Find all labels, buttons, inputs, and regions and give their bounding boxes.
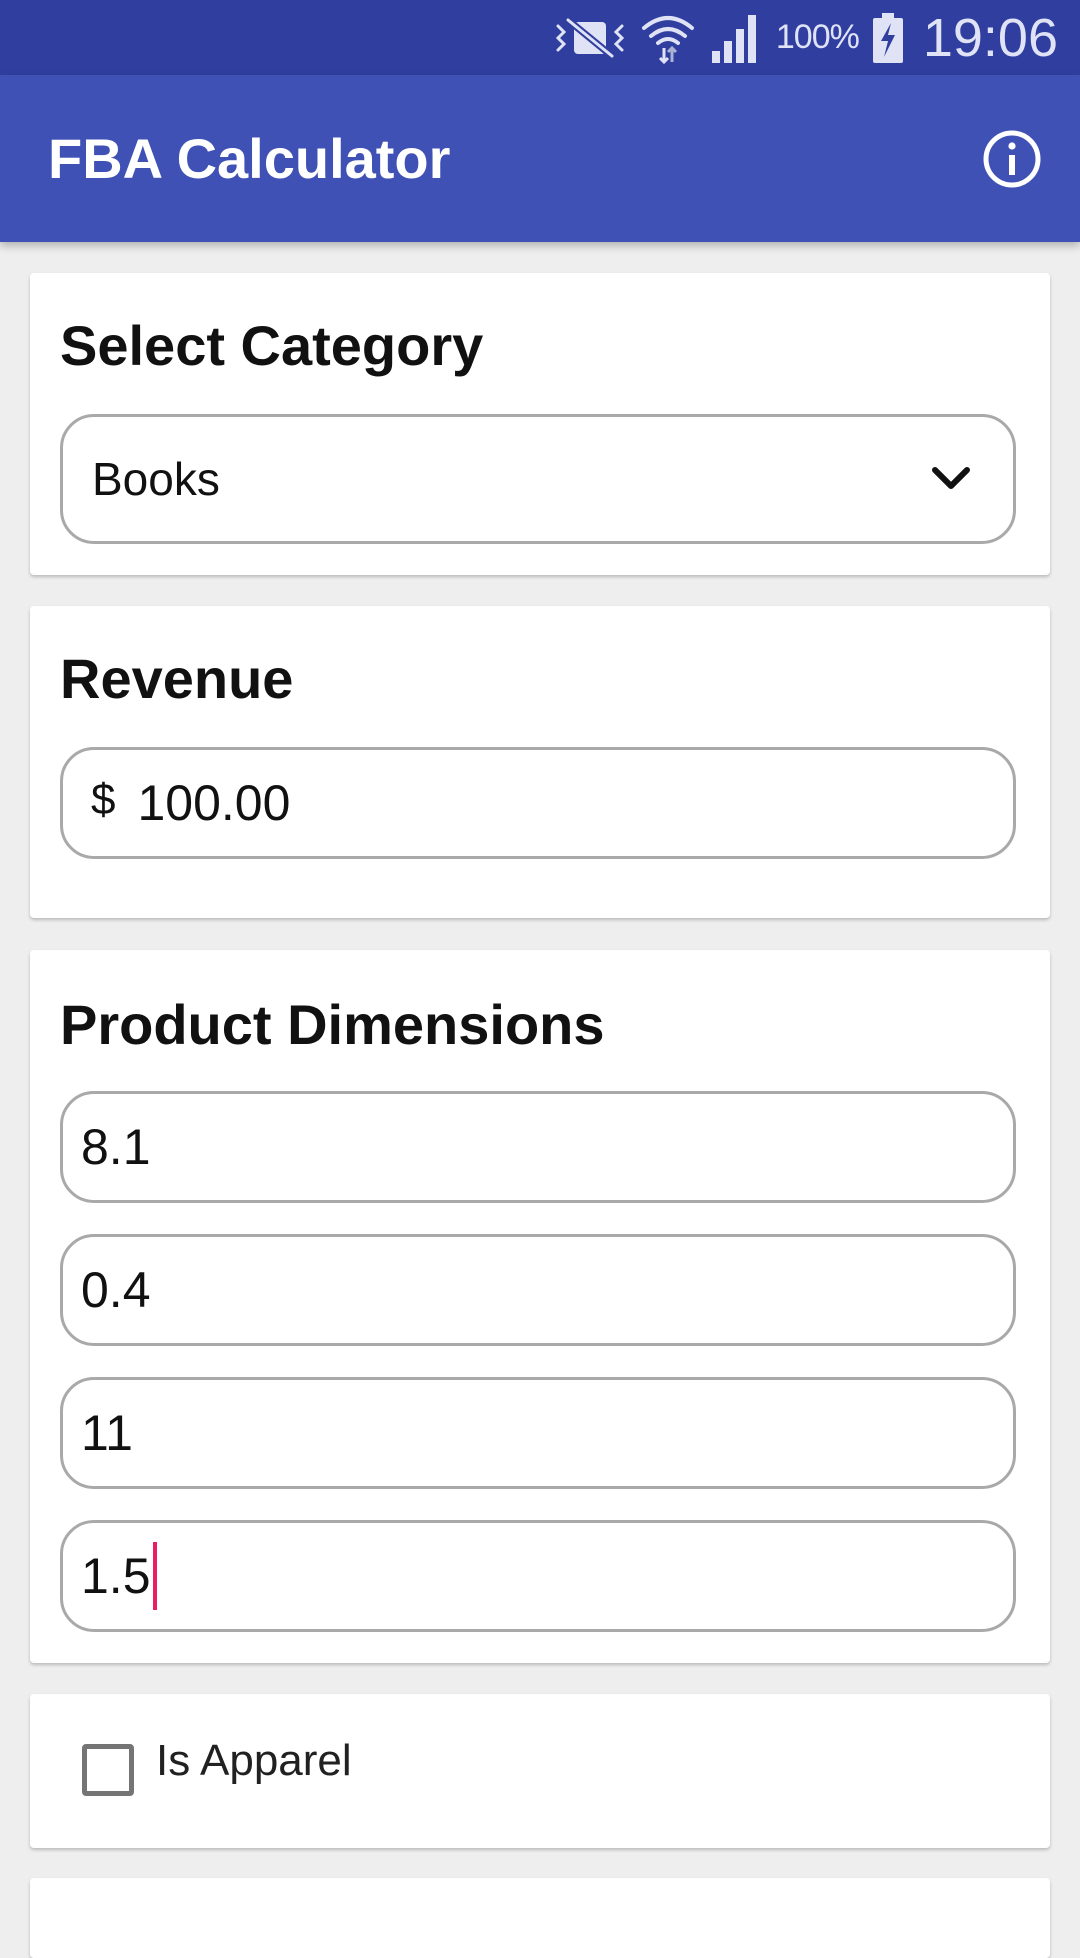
currency-symbol: $ (91, 775, 116, 824)
status-icons: 100% 19:06 (554, 0, 1058, 75)
signal-icon (710, 13, 762, 63)
dimension-input-2[interactable]: 0.4 (60, 1234, 1016, 1346)
dimensions-card: Product Dimensions 8.1 0.4 11 1.5 (30, 950, 1050, 1663)
revenue-input[interactable]: $ 100.00 (60, 747, 1016, 859)
clock: 19:06 (922, 7, 1058, 68)
text-cursor (152, 1542, 157, 1610)
dimension-value-4: 1.5 (81, 1548, 151, 1604)
next-card (30, 1878, 1050, 1958)
revenue-title: Revenue (60, 647, 294, 710)
dimensions-title: Product Dimensions (60, 993, 605, 1056)
battery-percent: 100% (775, 18, 860, 56)
dimension-value-3: 11 (81, 1405, 133, 1461)
is-apparel-label[interactable]: Is Apparel (156, 1736, 352, 1786)
app-title: FBA Calculator (48, 127, 451, 190)
dimension-input-1[interactable]: 8.1 (60, 1091, 1016, 1203)
category-card: Select Category Books (30, 273, 1050, 575)
category-title: Select Category (60, 314, 484, 377)
category-selected-value: Books (92, 453, 220, 505)
revenue-value: 100.00 (137, 775, 291, 831)
apparel-card: Is Apparel (30, 1694, 1050, 1848)
category-dropdown[interactable]: Books (60, 414, 1016, 544)
battery-charging-icon (872, 12, 903, 63)
is-apparel-checkbox[interactable] (82, 1744, 134, 1796)
dimension-value-1: 8.1 (81, 1119, 151, 1175)
app-bar: FBA Calculator (0, 75, 1080, 242)
dimension-input-3[interactable]: 11 (60, 1377, 1016, 1489)
wifi-icon (640, 12, 696, 64)
info-icon (983, 130, 1041, 188)
dimension-value-2: 0.4 (81, 1262, 151, 1318)
info-button[interactable] (982, 129, 1042, 189)
chevron-down-icon (932, 467, 970, 489)
revenue-card: Revenue $ 100.00 (30, 606, 1050, 918)
status-bar: 100% 19:06 (0, 0, 1080, 75)
vibrate-mute-icon (554, 16, 626, 60)
dimension-input-4[interactable]: 1.5 (60, 1520, 1016, 1632)
